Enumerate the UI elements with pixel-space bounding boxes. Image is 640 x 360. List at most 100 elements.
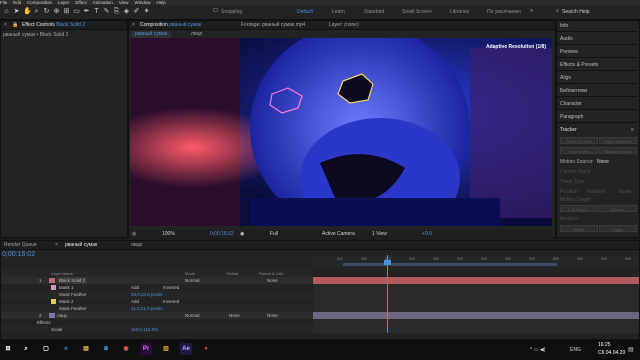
pen-tool-icon[interactable]: ✒: [83, 8, 90, 15]
tray-date[interactable]: С6 04.04.20: [598, 350, 625, 356]
folder-icon[interactable]: ▥: [160, 343, 172, 355]
track-camera-button[interactable]: Track Camera: [560, 137, 598, 144]
tab-render-queue[interactable]: Render Queue: [4, 242, 37, 248]
resolution-dropdown[interactable]: Full: [270, 231, 278, 237]
layer-row[interactable]: 2 лицо Normal None None: [1, 312, 313, 319]
tab-timeline-second[interactable]: лицо: [131, 242, 142, 248]
layer-parent[interactable]: None: [267, 312, 278, 319]
mask-name[interactable]: Mask 1: [59, 284, 74, 291]
motion-source-dropdown[interactable]: None: [597, 159, 609, 165]
col-mode[interactable]: Mode: [185, 270, 195, 277]
zoom-tool-icon[interactable]: ⌕: [33, 8, 40, 15]
zoom-value[interactable]: 100%: [162, 231, 175, 237]
tray-time[interactable]: 16:25: [598, 342, 611, 348]
roto-brush-icon[interactable]: ✐: [133, 8, 140, 15]
recorder-icon[interactable]: ●: [200, 343, 212, 355]
mask-row[interactable]: Mask 1 Add Inverted: [1, 284, 313, 291]
layer-mode[interactable]: Normal: [185, 312, 200, 319]
layer-bar-solid[interactable]: [313, 277, 639, 284]
workspace-libraries[interactable]: Libraries: [450, 9, 469, 15]
layer-mode[interactable]: Normal: [185, 277, 200, 284]
reset-button[interactable]: Reset: [560, 225, 598, 232]
apply-button[interactable]: Apply: [599, 225, 637, 232]
tab-layer[interactable]: Layer: (none): [329, 22, 359, 28]
after-effects-icon[interactable]: Ae: [180, 343, 192, 355]
time-ruler[interactable]: 01f 10f 20f 00f 10f 20f 00f 10f 20f 00f …: [313, 255, 639, 268]
breadcrumb-comp[interactable]: рваный сумак: [131, 31, 172, 38]
brush-tool-icon[interactable]: ✎: [103, 8, 110, 15]
mask-row[interactable]: Mask 2 Add Inverted: [1, 298, 313, 305]
warp-stabilizer-button[interactable]: Warp Stabilizer: [599, 137, 637, 144]
layer-bar-face[interactable]: [313, 312, 639, 319]
position-checkbox[interactable]: Position: [560, 189, 578, 195]
layer-name[interactable]: лицо: [57, 312, 67, 319]
workspace-small-screen[interactable]: Small Screen: [402, 9, 432, 15]
tab-footage[interactable]: Footage: рваный сумак.mp4: [241, 22, 305, 28]
store-icon[interactable]: ⧈: [100, 343, 112, 355]
pan-behind-tool-icon[interactable]: ⊞: [63, 8, 70, 15]
scale-value[interactable]: 110.0,110.0%: [131, 326, 158, 333]
chrome-icon[interactable]: ◉: [120, 343, 132, 355]
layer-row[interactable]: 1 Black Solid 2 Normal None: [1, 277, 313, 284]
search-icon[interactable]: ⌕: [554, 8, 561, 15]
camera-dropdown[interactable]: Active Camera: [322, 231, 355, 237]
effects-row[interactable]: Effects: [1, 319, 313, 326]
mask-inverted[interactable]: Inverted: [163, 284, 179, 291]
panel-effects-presets[interactable]: Effects & Presets: [560, 62, 598, 68]
playhead[interactable]: [387, 255, 388, 333]
snapshot-icon[interactable]: ◎: [132, 231, 136, 237]
snapping-checkbox-icon[interactable]: ☐: [212, 8, 219, 15]
mask-mode[interactable]: Add: [131, 298, 139, 305]
scale-row[interactable]: Scale 110.0,110.0%: [1, 326, 313, 333]
scale-checkbox[interactable]: Scale: [619, 189, 632, 195]
camera-snapshot-icon[interactable]: ◉: [240, 231, 244, 237]
exposure-value[interactable]: +0.0: [422, 231, 432, 237]
panel-paragraph[interactable]: Paragraph: [560, 114, 583, 120]
edge-icon[interactable]: e: [60, 343, 72, 355]
workspace-overflow-icon[interactable]: »: [528, 8, 535, 15]
work-area-bar[interactable]: [343, 263, 557, 266]
workspace-standard[interactable]: Standard: [364, 9, 384, 15]
close-tab-icon[interactable]: ×: [132, 22, 135, 28]
task-view-icon[interactable]: ▢: [40, 343, 52, 355]
selection-tool-icon[interactable]: ➤: [13, 8, 20, 15]
views-dropdown[interactable]: 1 View: [372, 231, 387, 237]
layer-name[interactable]: Black Solid 2: [57, 277, 88, 284]
tab-timeline-comp[interactable]: рваный сумак: [65, 242, 97, 248]
mask-feather-row[interactable]: Mask Feather 21.0,21.0 pixels: [1, 305, 313, 312]
composition-viewer[interactable]: Adaptive Resolution (1/8): [130, 38, 552, 226]
panel-menu-icon[interactable]: ≡: [631, 127, 634, 133]
rotate-tool-icon[interactable]: ↻: [43, 8, 50, 15]
panel-align[interactable]: Align: [560, 75, 571, 81]
panel-preview[interactable]: Preview: [560, 49, 578, 55]
workspace-learn[interactable]: Learn: [332, 9, 345, 15]
start-icon[interactable]: ⊞: [2, 343, 14, 355]
file-explorer-icon[interactable]: ▤: [80, 343, 92, 355]
rotation-checkbox[interactable]: Rotation: [587, 189, 606, 195]
col-trkmat[interactable]: TrkMat: [226, 270, 238, 277]
search-icon[interactable]: ⌕: [20, 343, 32, 355]
panel-info[interactable]: Info: [560, 23, 568, 29]
rectangle-tool-icon[interactable]: ▭: [73, 8, 80, 15]
panel-character[interactable]: Character: [560, 101, 582, 107]
tab-composition[interactable]: Composition рваный сумак: [140, 22, 201, 28]
panel-tracker-title[interactable]: Tracker: [560, 127, 577, 133]
search-help-field[interactable]: Search Help: [562, 9, 590, 15]
home-icon[interactable]: ⌂: [3, 8, 10, 15]
col-parent[interactable]: Parent & Link: [259, 270, 283, 277]
track-motion-button[interactable]: Track Motion: [560, 147, 598, 154]
close-tab-icon[interactable]: ×: [55, 242, 58, 248]
panel-libraries[interactable]: Библиотеки: [560, 88, 587, 94]
tab-effect-controls[interactable]: Effect Controls Black Solid 2: [22, 22, 122, 28]
type-tool-icon[interactable]: T: [93, 8, 100, 15]
mask-feather-value[interactable]: 21.0,21.0 pixels: [131, 305, 163, 312]
mask-feather-row[interactable]: Mask Feather 34.0,34.0 pixels: [1, 291, 313, 298]
puppet-pin-icon[interactable]: ✶: [143, 8, 150, 15]
mask-inverted[interactable]: Inverted: [163, 298, 179, 305]
lock-icon[interactable]: 🔒: [12, 22, 18, 28]
viewer-timecode[interactable]: 0;00;16;02: [210, 231, 234, 237]
timeline-timecode[interactable]: 0;00:16:02: [2, 251, 35, 258]
hand-tool-icon[interactable]: ✋: [23, 8, 32, 15]
edit-target-button[interactable]: Edit Target...: [560, 205, 598, 212]
mask-name[interactable]: Mask 2: [59, 298, 74, 305]
